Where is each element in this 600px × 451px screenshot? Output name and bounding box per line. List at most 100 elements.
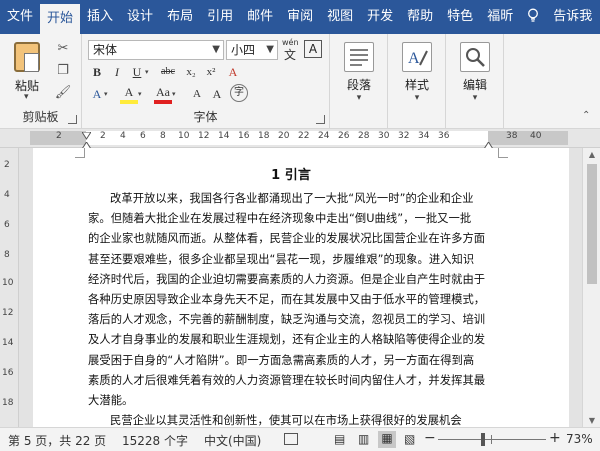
paste-icon[interactable]: [14, 42, 40, 72]
paragraph-button[interactable]: 段落 ▾: [333, 40, 385, 106]
clipboard-launcher-icon[interactable]: [68, 115, 77, 124]
font-launcher-icon[interactable]: [316, 115, 325, 124]
editing-button[interactable]: 编辑 ▾: [449, 40, 501, 106]
zoom-slider-thumb[interactable]: [481, 433, 485, 446]
focus-mode-icon[interactable]: ▤: [334, 432, 345, 446]
paragraph-group: 段落 ▾: [330, 34, 388, 129]
bold-button[interactable]: B: [88, 62, 106, 82]
ruler-number: 4: [120, 131, 126, 141]
right-indent-marker[interactable]: [483, 139, 494, 150]
body-line: 甚至还要艰难些，很多企业都呈现出“昙花一现，步履维艰”的现象。进入知识: [88, 252, 475, 266]
body-line: 的企业家也就随风而逝。从整体看，民营企业的发展状况比国营企业在许多方面: [88, 232, 486, 246]
ruler-number: 2: [56, 131, 62, 141]
styles-button[interactable]: A 样式 ▾: [391, 40, 443, 106]
tab-references[interactable]: 引用: [200, 0, 240, 34]
grow-font-button[interactable]: A: [208, 84, 226, 104]
document-page[interactable]: 1 引言 改革开放以来，我国各行各业都涌现出了一大批“风光一时”的企业和企业 家…: [33, 148, 569, 427]
font-color-button[interactable]: Aa: [154, 84, 172, 104]
font-size-combo[interactable]: 小四 ▼: [226, 40, 278, 60]
scrollbar-thumb[interactable]: [587, 164, 597, 284]
ruler-number: 2: [100, 131, 106, 141]
ruler-margin-right: [488, 131, 568, 145]
clear-formatting-button[interactable]: A: [224, 62, 242, 82]
format-painter-icon[interactable]: 🖌: [54, 84, 72, 102]
chevron-down-icon: ▾: [356, 93, 362, 103]
tab-view[interactable]: 视图: [320, 0, 360, 34]
tab-insert[interactable]: 插入: [80, 0, 120, 34]
tab-help[interactable]: 帮助: [400, 0, 440, 34]
first-line-indent-marker[interactable]: [81, 129, 92, 140]
zoom-center-tick: [491, 435, 492, 444]
ruler-number: 8: [4, 250, 10, 260]
print-layout-icon[interactable]: ▦: [378, 431, 396, 448]
phonetic-guide-icon[interactable]: 文: [284, 46, 296, 63]
web-layout-icon[interactable]: ▧: [404, 432, 415, 446]
chevron-down-icon[interactable]: ▾: [172, 90, 176, 98]
body-line: 大潜能。: [88, 394, 134, 408]
ribbon: 粘贴 ▾ ✂ ❐ 🖌 剪贴板 宋体 ▼ 小四 ▼ wén 文 A B I U ▾…: [0, 34, 600, 129]
ruler-number: 6: [140, 131, 146, 141]
collapse-ribbon-icon[interactable]: ⌃: [582, 110, 590, 121]
tab-layout[interactable]: 布局: [160, 0, 200, 34]
ruler-number: 16: [238, 131, 250, 141]
tab-design[interactable]: 设计: [120, 0, 160, 34]
document-canvas: 1 引言 改革开放以来，我国各行各业都涌现出了一大批“风光一时”的企业和企业 家…: [19, 148, 582, 427]
macro-record-icon[interactable]: [284, 433, 298, 445]
tab-foxit[interactable]: 福昕: [480, 0, 520, 34]
document-body[interactable]: 1 引言 改革开放以来，我国各行各业都涌现出了一大批“风光一时”的企业和企业 家…: [88, 166, 494, 427]
copy-icon[interactable]: ❐: [54, 62, 72, 80]
underline-button[interactable]: U: [128, 62, 146, 82]
vertical-scrollbar[interactable]: ▲ ▼: [582, 148, 600, 427]
body-line: 素质的人才后很难凭着有效的人力资源管理在较长时间内留住人才，并发挥其最: [88, 373, 486, 387]
character-border-icon[interactable]: A: [304, 40, 322, 58]
tab-special[interactable]: 特色: [440, 0, 480, 34]
ruler-number: 12: [198, 131, 210, 141]
vertical-ruler[interactable]: 2 4 6 8 10 12 14 16 18: [0, 148, 19, 427]
subscript-button[interactable]: x₂: [182, 62, 200, 82]
read-mode-icon[interactable]: ▥: [358, 432, 369, 446]
ruler-number: 26: [338, 131, 350, 141]
search-icon: [460, 42, 490, 72]
tell-me-search[interactable]: 告诉我: [546, 0, 599, 34]
tab-developer[interactable]: 开发: [360, 0, 400, 34]
font-name-combo[interactable]: 宋体 ▼: [88, 40, 224, 60]
page-count[interactable]: 第 5 页，共 22 页: [8, 432, 106, 449]
ruler-number: 4: [4, 190, 10, 200]
chevron-down-icon[interactable]: ▾: [138, 90, 142, 98]
scroll-down-icon[interactable]: ▼: [583, 416, 600, 425]
change-case-button[interactable]: A: [186, 84, 208, 104]
superscript-button[interactable]: x²: [202, 62, 220, 82]
italic-button[interactable]: I: [108, 62, 126, 82]
body-line: 各种历史原因导致企业本身先天不足，而在其发展中又由于低水平的管理模式，: [88, 293, 486, 307]
page-corner-mark: [75, 148, 85, 158]
styles-label: 样式: [404, 78, 429, 92]
ruler-number: 40: [530, 131, 542, 141]
language-indicator[interactable]: 中文(中国): [204, 432, 261, 449]
enclose-characters-button[interactable]: 字: [230, 84, 248, 102]
cut-icon[interactable]: ✂: [54, 40, 72, 58]
zoom-out-button[interactable]: −: [424, 430, 436, 446]
tab-home[interactable]: 开始: [40, 4, 81, 34]
tab-file[interactable]: 文件: [0, 0, 40, 34]
ruler-number: 36: [438, 131, 450, 141]
strikethrough-button[interactable]: abc: [156, 62, 180, 82]
chevron-down-icon[interactable]: ▾: [145, 68, 149, 76]
scroll-up-icon[interactable]: ▲: [583, 150, 600, 159]
word-count[interactable]: 15228 个字: [122, 432, 188, 449]
horizontal-ruler[interactable]: 2 2 4 6 8 10 12 14 16 18 20 22 24 26 28 …: [0, 129, 600, 150]
ruler-number: 32: [398, 131, 410, 141]
editing-group: 编辑 ▾: [446, 34, 504, 129]
zoom-slider[interactable]: [438, 439, 546, 440]
lightbulb-icon[interactable]: [520, 8, 546, 27]
ruler-number: 2: [4, 160, 10, 170]
chevron-down-icon[interactable]: ▾: [104, 90, 108, 98]
ruler-number: 16: [2, 368, 14, 378]
hanging-indent-marker[interactable]: [81, 139, 92, 150]
highlight-button[interactable]: A: [120, 84, 138, 104]
chevron-down-icon[interactable]: ▾: [24, 92, 29, 102]
ruler-number: 30: [378, 131, 390, 141]
zoom-in-button[interactable]: +: [549, 430, 561, 446]
tab-review[interactable]: 审阅: [280, 0, 320, 34]
zoom-level[interactable]: 73%: [566, 432, 593, 446]
tab-mailings[interactable]: 邮件: [240, 0, 280, 34]
